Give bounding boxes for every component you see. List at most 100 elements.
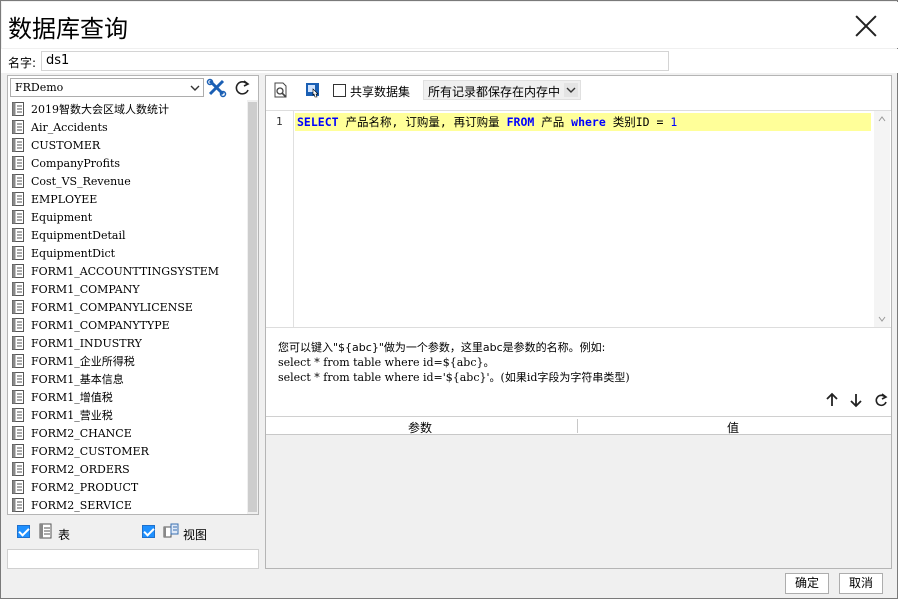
table-browser-panel: FRDemo 2019智数大会区域人数统计 Air_Accidents CUSTOM… xyxy=(7,75,259,515)
object-filter-row: 表 视图 xyxy=(7,519,259,547)
query-builder-icon[interactable] xyxy=(305,82,320,98)
scroll-up-icon[interactable] xyxy=(878,115,886,123)
table-list-item[interactable]: FORM1_营业税 xyxy=(10,406,246,424)
table-icon xyxy=(12,120,24,134)
tools-icon xyxy=(206,78,227,98)
table-search-input[interactable] xyxy=(7,549,259,569)
table-list-item[interactable]: EquipmentDetail xyxy=(10,226,246,244)
column-separator xyxy=(577,419,578,433)
table-icon xyxy=(12,156,24,170)
table-list-item[interactable]: FORM1_基本信息 xyxy=(10,370,246,388)
sql-editor[interactable]: 1 SELECT 产品名称, 订购量, 再订购量 FROM 产品 where 类… xyxy=(266,110,891,328)
sql-fields: 产品名称, 订购量, 再订购量 xyxy=(338,115,507,129)
table-name: Cost_VS_Revenue xyxy=(31,174,131,188)
table-list-item[interactable]: Equipment xyxy=(10,208,246,226)
table-name: FORM1_COMPANYLICENSE xyxy=(31,300,193,314)
scrollbar-thumb[interactable] xyxy=(248,102,257,512)
refresh-icon xyxy=(235,80,250,95)
table-list-item[interactable]: EquipmentDict xyxy=(10,244,246,262)
table-icon xyxy=(12,390,24,404)
table-list-item[interactable]: CompanyProfits xyxy=(10,154,246,172)
line-number-gutter: 1 xyxy=(266,111,294,327)
table-icon xyxy=(12,462,24,476)
share-dataset-checkbox[interactable] xyxy=(333,84,346,97)
table-name: FORM1_企业所得税 xyxy=(31,355,135,368)
chevron-down-icon xyxy=(564,83,578,97)
ok-button[interactable]: 确定 xyxy=(785,573,829,594)
refresh-params-icon[interactable] xyxy=(873,392,889,408)
line-number: 1 xyxy=(276,115,283,128)
table-name: FORM1_营业税 xyxy=(31,409,113,422)
table-icon xyxy=(12,372,24,386)
connection-select[interactable]: FRDemo xyxy=(10,78,204,97)
table-name: FORM2_ORDERS xyxy=(31,462,130,476)
table-list-item[interactable]: FORM2_CHANCE xyxy=(10,424,246,442)
table-icon xyxy=(12,174,24,188)
table-name: EMPLOYEE xyxy=(31,192,98,206)
table-filter-label: 表 xyxy=(58,528,71,542)
table-name: FORM1_COMPANYTYPE xyxy=(31,318,170,332)
table-list-item[interactable]: Cost_VS_Revenue xyxy=(10,172,246,190)
table-icon xyxy=(12,138,24,152)
sql-keyword-select: SELECT xyxy=(297,115,339,129)
edit-connection-button[interactable] xyxy=(206,78,230,98)
table-filter-checkbox[interactable] xyxy=(17,525,30,538)
query-panel: 共享数据集 所有记录都保存在内存中 1 SELECT 产品名称, 订购量, 再订… xyxy=(265,75,892,569)
table-icon xyxy=(12,498,24,512)
table-list-item[interactable]: FORM1_INDUSTRY xyxy=(10,334,246,352)
editor-scrollbar[interactable] xyxy=(874,111,890,327)
cancel-button[interactable]: 取消 xyxy=(839,573,883,594)
table-list-item[interactable]: FORM1_增值税 xyxy=(10,388,246,406)
table-list-item[interactable]: FORM2_ORDERS xyxy=(10,460,246,478)
table-name: Air_Accidents xyxy=(31,120,108,134)
table-icon xyxy=(12,444,24,458)
column-header-value[interactable]: 值 xyxy=(727,419,739,436)
table-icon xyxy=(12,426,24,440)
hint-line-2: select * from table where id=${abc}。 xyxy=(278,356,495,369)
table-icon xyxy=(12,228,24,242)
table-name: EquipmentDetail xyxy=(31,228,126,242)
table-icon xyxy=(12,318,24,332)
memory-mode-value: 所有记录都保存在内存中 xyxy=(428,85,561,99)
table-list-item[interactable]: FORM1_ACCOUNTTINGSYSTEM xyxy=(10,262,246,280)
table-list-item[interactable]: FORM2_PRODUCT xyxy=(10,478,246,496)
table-name: FORM1_基本信息 xyxy=(31,373,124,386)
table-name: FORM2_PRODUCT xyxy=(31,480,139,494)
name-input[interactable]: ds1 xyxy=(41,51,669,71)
table-icon xyxy=(12,480,24,494)
table-list[interactable]: 2019智数大会区域人数统计 Air_Accidents CUSTOMER Compa… xyxy=(10,100,246,514)
table-list-item[interactable]: FORM1_企业所得税 xyxy=(10,352,246,370)
table-list-item[interactable]: FORM2_SERVICE xyxy=(10,496,246,514)
table-list-item[interactable]: FORM1_COMPANY xyxy=(10,280,246,298)
table-list-item[interactable]: FORM1_COMPANYLICENSE xyxy=(10,298,246,316)
sql-line[interactable]: SELECT 产品名称, 订购量, 再订购量 FROM 产品 where 类别I… xyxy=(295,113,871,131)
table-name: CompanyProfits xyxy=(31,156,121,170)
column-header-param[interactable]: 参数 xyxy=(408,419,432,436)
close-icon[interactable] xyxy=(852,12,880,40)
table-list-item[interactable]: FORM1_COMPANYTYPE xyxy=(10,316,246,334)
chevron-down-icon xyxy=(190,85,200,91)
dialog-window: 数据库查询 名字: ds1 FRDemo 2019智数大会区域人数统计 Air_A xyxy=(0,0,898,599)
table-list-item[interactable]: CUSTOMER xyxy=(10,136,246,154)
table-list-item[interactable]: 2019智数大会区域人数统计 xyxy=(10,100,246,118)
table-name: FORM1_增值税 xyxy=(31,391,113,404)
table-list-item[interactable]: Air_Accidents xyxy=(10,118,246,136)
table-icon xyxy=(12,246,24,260)
table-list-scrollbar[interactable] xyxy=(247,100,258,514)
view-filter-checkbox[interactable] xyxy=(142,525,155,538)
table-icon xyxy=(12,102,24,116)
hint-line-1: 您可以键入"${abc}"做为一个参数，这里abc是参数的名称。例如: xyxy=(278,341,606,354)
table-icon xyxy=(12,300,24,314)
scroll-down-icon[interactable] xyxy=(878,315,886,323)
table-list-item[interactable]: FORM2_CUSTOMER xyxy=(10,442,246,460)
move-down-icon[interactable] xyxy=(848,392,864,408)
sql-table: 产品 xyxy=(534,115,572,129)
table-name: FORM2_CHANCE xyxy=(31,426,132,440)
table-list-item[interactable]: EMPLOYEE xyxy=(10,190,246,208)
parameter-hint: 您可以键入"${abc}"做为一个参数，这里abc是参数的名称。例如: sele… xyxy=(278,340,630,385)
table-icon xyxy=(12,264,24,278)
preview-icon[interactable] xyxy=(273,82,289,99)
refresh-tables-button[interactable] xyxy=(232,78,256,98)
memory-mode-select[interactable]: 所有记录都保存在内存中 xyxy=(423,80,581,100)
move-up-icon[interactable] xyxy=(824,392,840,408)
